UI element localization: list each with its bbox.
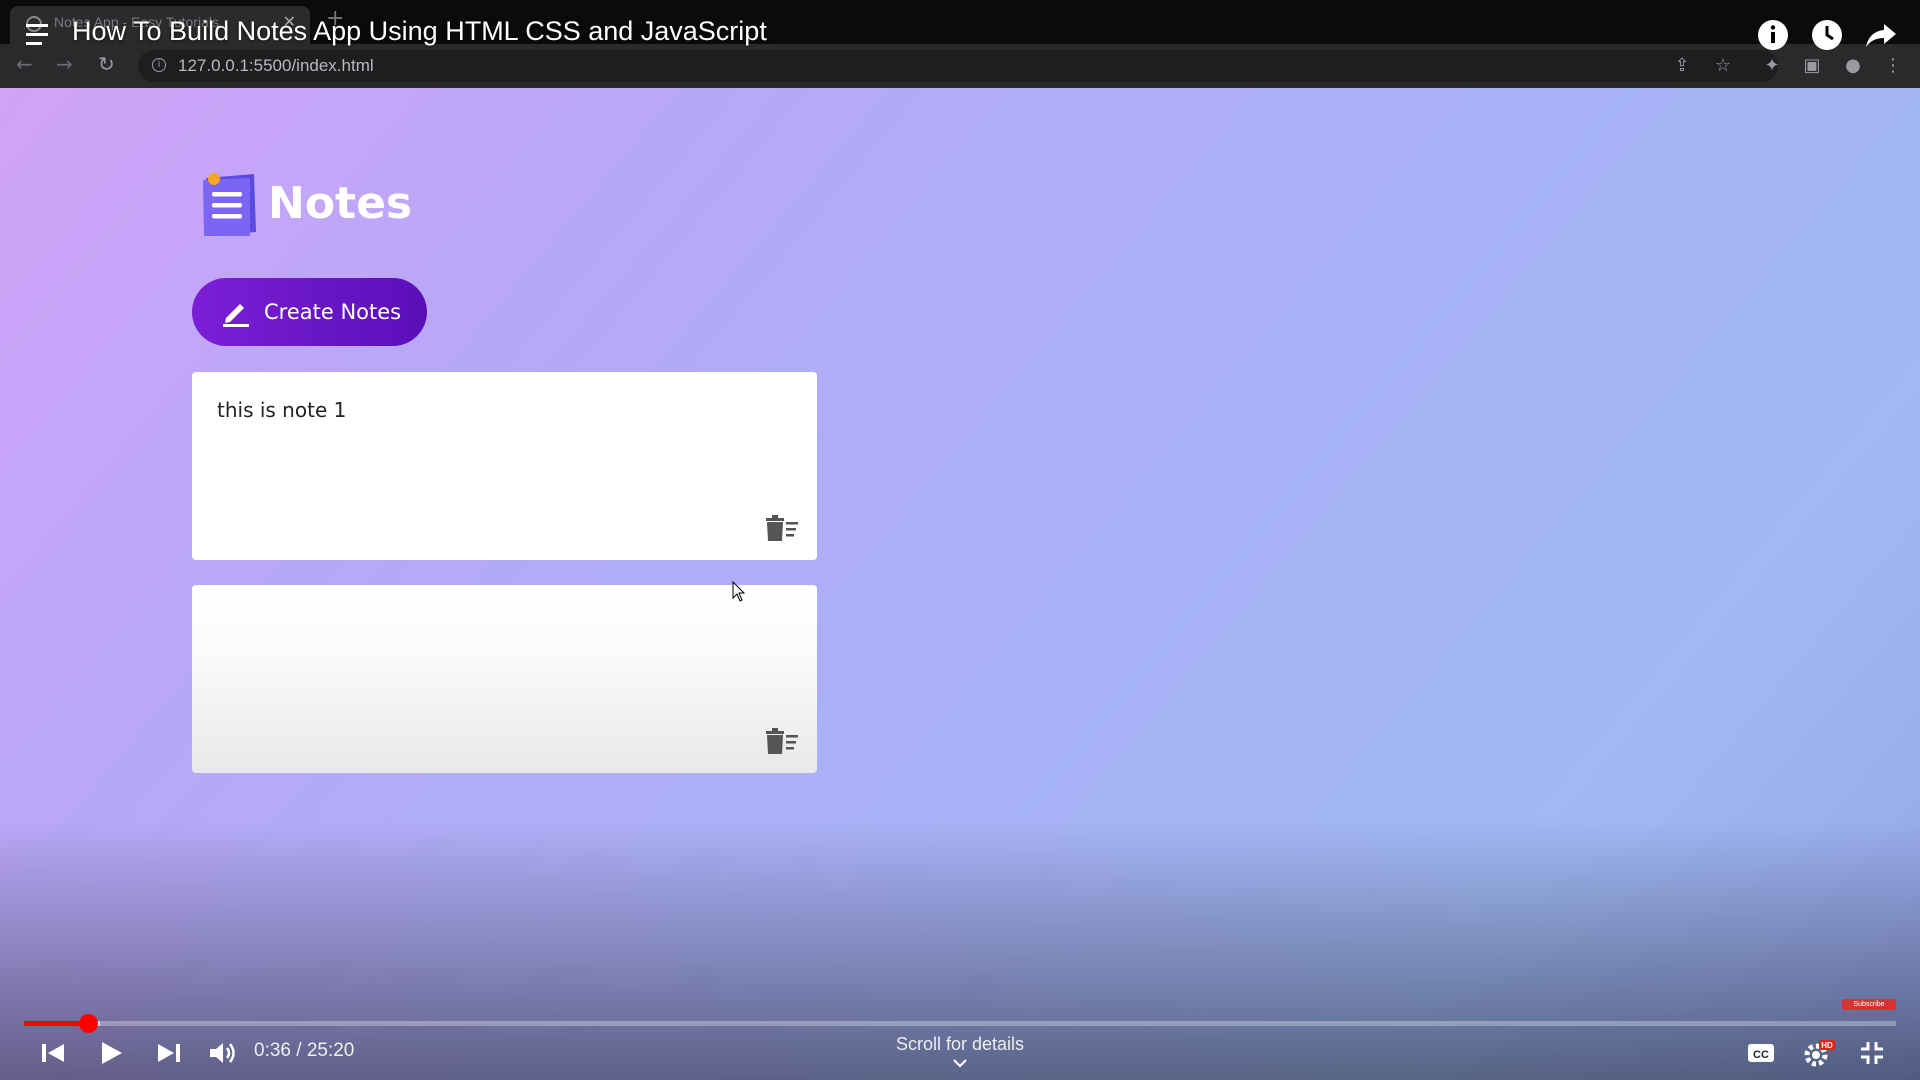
video-title[interactable]: How To Build Notes App Using HTML CSS an… — [72, 16, 767, 47]
app-title: Notes — [268, 178, 413, 229]
pencil-icon — [223, 304, 249, 327]
address-bar[interactable]: i 127.0.0.1:5500/index.html — [138, 50, 1778, 82]
note-card[interactable] — [192, 585, 817, 773]
hamburger-icon[interactable] — [26, 24, 52, 51]
sidebar-icon[interactable]: ▣ — [1802, 55, 1822, 76]
more-menu-icon[interactable]: ⋮ — [1883, 55, 1903, 76]
note-card[interactable]: this is note 1 — [192, 372, 817, 560]
chevron-down-icon[interactable] — [952, 1058, 968, 1068]
reload-icon[interactable]: ↻ — [98, 52, 115, 76]
bookmark-star-icon[interactable]: ☆ — [1713, 55, 1733, 76]
profile-icon[interactable]: ● — [1843, 55, 1863, 76]
note-text[interactable]: this is note 1 — [217, 398, 346, 422]
create-notes-label: Create Notes — [264, 300, 402, 324]
cursor-icon — [732, 581, 746, 602]
site-info-icon[interactable]: i — [152, 58, 166, 72]
scroll-hint[interactable]: Scroll for details — [0, 1034, 1920, 1055]
share-icon[interactable] — [1864, 18, 1898, 52]
create-notes-button[interactable]: Create Notes — [192, 278, 427, 346]
exit-fullscreen-icon[interactable] — [1858, 1038, 1886, 1068]
svg-text:HD: HD — [1821, 1041, 1833, 1050]
notes-logo-icon — [203, 173, 256, 236]
back-icon[interactable]: ← — [16, 52, 33, 76]
extensions-icon[interactable]: ✦ — [1762, 55, 1782, 76]
share-page-icon[interactable]: ⇪ — [1672, 55, 1692, 76]
url-text: 127.0.0.1:5500/index.html — [178, 56, 374, 75]
forward-icon[interactable]: → — [56, 52, 73, 76]
subscribe-badge[interactable]: Subscribe — [1842, 999, 1896, 1010]
trash-icon[interactable] — [765, 727, 799, 755]
progress-bar[interactable] — [24, 1021, 1896, 1026]
info-icon[interactable] — [1756, 18, 1790, 52]
svg-text:CC: CC — [1753, 1049, 1769, 1061]
settings-icon[interactable]: HD — [1802, 1038, 1836, 1068]
trash-icon[interactable] — [765, 514, 799, 542]
progress-scrubber[interactable] — [79, 1014, 98, 1033]
watch-later-icon[interactable] — [1810, 18, 1844, 52]
captions-icon[interactable]: CC — [1746, 1038, 1776, 1068]
notes-page: Notes Create Notes this is note 1 — [0, 88, 1920, 1080]
